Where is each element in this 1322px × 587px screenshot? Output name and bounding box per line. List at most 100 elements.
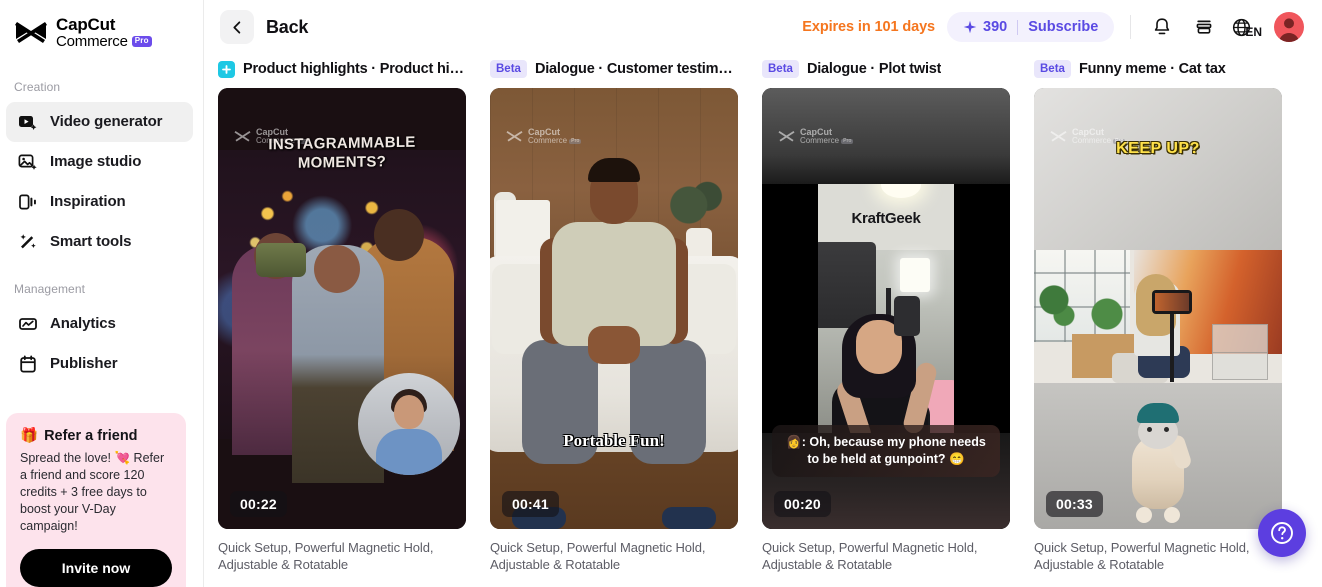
credit-balance[interactable]: 390	[963, 19, 1007, 35]
sidebar-item-label: Smart tools	[50, 233, 132, 251]
main-content: Back Expires in 101 days 390 Subscribe E…	[204, 0, 1322, 587]
card-header: Beta Dialogue · Customer testimonial	[490, 54, 738, 84]
phone-on-mount	[894, 296, 921, 336]
app-logo[interactable]: CapCut Commerce Pro	[0, 0, 203, 50]
phone-on-tripod	[1152, 290, 1192, 314]
duration-badge: 00:33	[1046, 491, 1103, 517]
help-button[interactable]	[1258, 509, 1306, 557]
plant-tall	[1036, 272, 1076, 334]
sidebar-item-label: Image studio	[50, 153, 142, 171]
refer-a-friend-card: 🎁 Refer a friend Spread the love! 💘 Refe…	[6, 413, 186, 587]
sidebar-item-label: Video generator	[50, 113, 163, 131]
capcut-logo-icon	[15, 21, 47, 43]
brand-name-primary: CapCut	[56, 15, 116, 34]
video-thumbnail[interactable]: CapCut Commerce Pro Portable Fun! 00:41	[490, 88, 738, 529]
beta-badge: Beta	[490, 59, 527, 79]
publisher-icon	[20, 355, 36, 373]
image-studio-icon	[18, 154, 37, 170]
invite-now-button[interactable]: Invite now	[20, 549, 172, 587]
notifications-button[interactable]	[1147, 12, 1177, 42]
card-title: Dialogue · Plot twist	[806, 61, 942, 77]
thumbnail-scene	[490, 88, 738, 529]
watermark-line2: Commerce	[800, 136, 840, 146]
pip-body	[376, 429, 442, 475]
credits-pill[interactable]: 390 Subscribe	[947, 12, 1115, 42]
studio-scene	[1034, 250, 1282, 383]
topbar-divider	[1130, 15, 1132, 39]
archive-button[interactable]	[1189, 12, 1219, 42]
brand-name-secondary: Commerce	[56, 32, 128, 50]
sidebar-item-video-generator[interactable]: Video generator	[6, 101, 193, 142]
duration-badge: 00:20	[774, 491, 831, 517]
refer-title: Refer a friend	[44, 427, 138, 444]
video-thumbnail[interactable]: CapCut Commerce Pro INSTAGRAMMABLE MOMEN…	[218, 88, 466, 529]
credit-amount-value: 390	[983, 19, 1008, 35]
sparkle-icon	[963, 20, 977, 34]
smart-tools-icon	[20, 233, 36, 248]
clasped-hands	[588, 326, 640, 364]
watermark-pro: Pro	[569, 137, 582, 144]
video-inner-frame: KraftGeek	[818, 184, 954, 433]
video-card: Beta Dialogue · Customer testimonial Cap…	[490, 54, 762, 573]
back-label: Back	[266, 16, 309, 37]
blurred-top	[1034, 88, 1282, 250]
video-overlay-text: KEEP UP?	[1116, 140, 1200, 157]
card-description: Quick Setup, Powerful Magnetic Hold, Adj…	[218, 540, 434, 572]
card-header: Beta Dialogue · Plot twist	[762, 54, 1010, 84]
watermark-line2: Commerce	[528, 136, 568, 146]
chevron-left-icon	[220, 10, 254, 44]
sidebar: CapCut Commerce Pro Creation Video gener…	[0, 0, 204, 587]
language-switcher[interactable]: EN	[1231, 17, 1262, 39]
analytics-icon	[19, 317, 37, 330]
video-thumbnail[interactable]: KraftGeek CapCut Commerce Pro 👩: Oh, bec…	[762, 88, 1010, 529]
gift-icon: 🎁	[20, 428, 39, 444]
video-card: Product highlights · Product highl… CapC…	[218, 54, 490, 573]
cat-hat	[1137, 403, 1179, 423]
archive-icon	[1196, 20, 1212, 34]
nav-section-management-label: Management	[14, 281, 86, 296]
bell-icon	[1155, 17, 1170, 34]
watermark-logo-icon	[778, 131, 795, 142]
cat-paw-left	[1136, 507, 1152, 523]
sidebar-item-publisher[interactable]: Publisher	[6, 344, 193, 384]
cat-eye-right	[1164, 427, 1169, 432]
help-question-icon	[1271, 522, 1293, 544]
sidebar-item-smart-tools[interactable]: Smart tools	[6, 222, 193, 262]
avatar-icon	[1278, 18, 1300, 42]
head-center	[314, 245, 360, 293]
duration-badge: 00:22	[230, 491, 287, 517]
cat-paw-right	[1164, 507, 1180, 523]
plant-prop	[664, 176, 726, 234]
card-title: Dialogue · Customer testimonial	[534, 61, 738, 77]
cat-meme-sticker	[1126, 401, 1193, 523]
video-overlay-text: INSTAGRAMMABLE MOMENTS?	[268, 133, 416, 172]
video-thumbnail[interactable]: CapCut Commerce Pro KEEP UP? 00:33	[1034, 88, 1282, 529]
language-label: EN	[1245, 24, 1262, 39]
refer-body-text: Spread the love! 💘 Refer a friend and sc…	[20, 451, 165, 533]
led-panel	[899, 258, 930, 292]
back-button[interactable]: Back	[220, 10, 308, 44]
video-card: Beta Funny meme · Cat tax CapCut Commerc…	[1034, 54, 1306, 573]
card-description: Quick Setup, Powerful Magnetic Hold, Adj…	[762, 540, 978, 572]
plant-small	[1090, 294, 1124, 334]
sidebar-nav: Creation Video generator Image studio In…	[0, 80, 203, 384]
tripod	[1170, 302, 1174, 382]
picture-in-picture-avatar	[358, 373, 460, 475]
card-description: Quick Setup, Powerful Magnetic Hold, Adj…	[490, 540, 706, 572]
shoe-right	[662, 507, 716, 529]
sidebar-item-inspiration[interactable]: Inspiration	[6, 182, 193, 222]
refer-title-row: 🎁 Refer a friend	[20, 427, 172, 445]
sidebar-item-label: Publisher	[50, 355, 118, 373]
card-header: Beta Funny meme · Cat tax	[1034, 54, 1282, 84]
sidebar-item-analytics[interactable]: Analytics	[6, 304, 193, 344]
expiry-status: Expires in 101 days	[802, 19, 936, 35]
video-card: Beta Dialogue · Plot twist KraftGeek Cap…	[762, 54, 1034, 573]
hair	[588, 158, 640, 182]
subscribe-button[interactable]: Subscribe	[1028, 19, 1098, 35]
sidebar-item-image-studio[interactable]: Image studio	[6, 142, 193, 182]
user-avatar[interactable]	[1274, 12, 1304, 42]
app-root: CapCut Commerce Pro Creation Video gener…	[0, 0, 1322, 587]
pip-head	[394, 395, 424, 429]
pro-badge: Pro	[131, 36, 152, 48]
